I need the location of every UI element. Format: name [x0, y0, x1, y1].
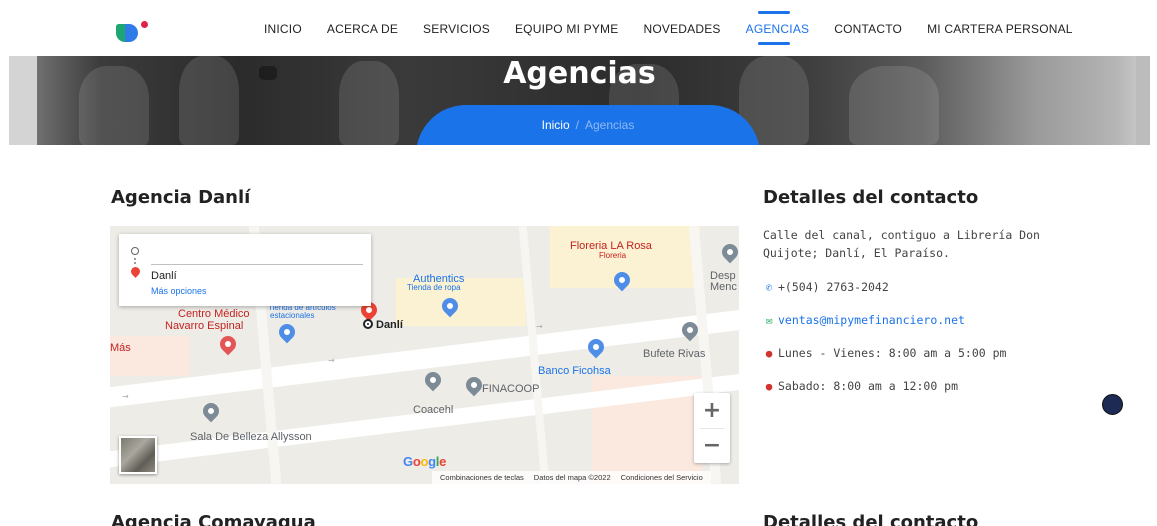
agency-title: Agencia Danlí [111, 187, 251, 208]
clock-icon: ● [765, 380, 773, 393]
breadcrumb-separator: / [575, 118, 579, 132]
agency-address: Calle del canal, contiguo a Librería Don… [763, 228, 1040, 260]
location-marker-icon [363, 319, 373, 329]
phone-row: ✆ +(504) 2763-2042 [763, 280, 889, 294]
map-label: Tienda de ropa [407, 283, 461, 292]
map-label: Navarro Espinal [165, 320, 244, 332]
floating-chat-button[interactable] [1102, 394, 1123, 415]
nav-item-agencias[interactable]: AGENCIAS [746, 11, 810, 45]
envelope-icon: ✉ [765, 314, 773, 327]
zoom-in-button[interactable]: + [694, 393, 730, 428]
nav-item-contacto[interactable]: CONTACTO [834, 22, 902, 36]
brand-logo[interactable] [116, 20, 150, 44]
clock-icon: ● [765, 347, 773, 360]
map-label[interactable]: Coacehl [413, 404, 453, 416]
destination-label: Danlí [151, 270, 177, 282]
breadcrumb-home-link[interactable]: Inicio [542, 118, 570, 132]
destination-pin-icon [129, 265, 142, 278]
email-link[interactable]: ventas@mipymefinanciero.net [778, 313, 965, 327]
nav-item-mi-cartera[interactable]: MI CARTERA PERSONAL [927, 22, 1073, 36]
map-label: Más [110, 342, 131, 354]
agency-title: Agencia Comayagua [111, 512, 316, 526]
map-label[interactable]: Banco Ficohsa [538, 365, 611, 377]
top-navbar: INICIO ACERCA DE SERVICIOS EQUIPO MI PYM… [0, 0, 1157, 56]
breadcrumb-current: Agencias [584, 118, 635, 132]
more-options-link[interactable]: Más opciones [151, 286, 207, 296]
contact-details-title: Detalles del contacto [763, 512, 979, 526]
nav-item-equipo[interactable]: EQUIPO MI PYME [515, 22, 618, 36]
zoom-out-button[interactable]: − [694, 428, 730, 463]
nav-item-novedades[interactable]: NOVEDADES [643, 22, 720, 36]
terms-link[interactable]: Condiciones del Servicio [621, 473, 703, 482]
saturday-hours: Sabado: 8:00 am a 12:00 pm [778, 379, 959, 393]
page-title: Agencias [503, 56, 656, 91]
map-label[interactable]: FINACOOP [482, 383, 539, 395]
main-menu: INICIO ACERCA DE SERVICIOS EQUIPO MI PYM… [264, 11, 1098, 45]
street-view-thumbnail[interactable] [119, 436, 157, 474]
google-logo: Google [403, 454, 447, 469]
origin-icon [131, 247, 139, 255]
zoom-control: + − [694, 393, 730, 463]
saturday-hours-row: ● Sabado: 8:00 am a 12:00 pm [763, 379, 958, 393]
map-label: Floreria [599, 251, 627, 260]
map-label[interactable]: Sala De Belleza Allysson [190, 431, 312, 443]
contact-details-title: Detalles del contacto [763, 187, 979, 208]
directions-box[interactable]: Danlí Más opciones [119, 234, 371, 306]
embedded-map[interactable]: → → → Floreria LA Rosa Floreria Desp Men… [110, 226, 739, 484]
map-attribution: Combinaciones de teclas Datos del mapa ©2… [432, 471, 711, 484]
phone-number[interactable]: +(504) 2763-2042 [778, 280, 889, 294]
map-label: Menc [710, 281, 737, 293]
map-data-text: Datos del mapa ©2022 [533, 473, 611, 482]
breadcrumb: Inicio / Agencias [416, 105, 760, 145]
map-label[interactable]: Bufete Rivas [643, 348, 705, 360]
weekday-hours: Lunes - Vienes: 8:00 am a 5:00 pm [778, 346, 1007, 360]
email-row: ✉ ventas@mipymefinanciero.net [763, 313, 965, 327]
nav-item-acerca-de[interactable]: ACERCA DE [327, 22, 398, 36]
page-banner: Agencias Inicio / Agencias [9, 56, 1150, 145]
keyboard-shortcuts-link[interactable]: Combinaciones de teclas [440, 473, 524, 482]
weekday-hours-row: ● Lunes - Vienes: 8:00 am a 5:00 pm [763, 346, 1007, 360]
map-label-danli[interactable]: Danlí [376, 319, 403, 331]
map-label[interactable]: Centro Médico [178, 308, 250, 320]
map-label: estacionales [270, 311, 315, 320]
phone-icon: ✆ [765, 281, 773, 294]
nav-item-inicio[interactable]: INICIO [264, 22, 302, 36]
nav-item-servicios[interactable]: SERVICIOS [423, 22, 490, 36]
